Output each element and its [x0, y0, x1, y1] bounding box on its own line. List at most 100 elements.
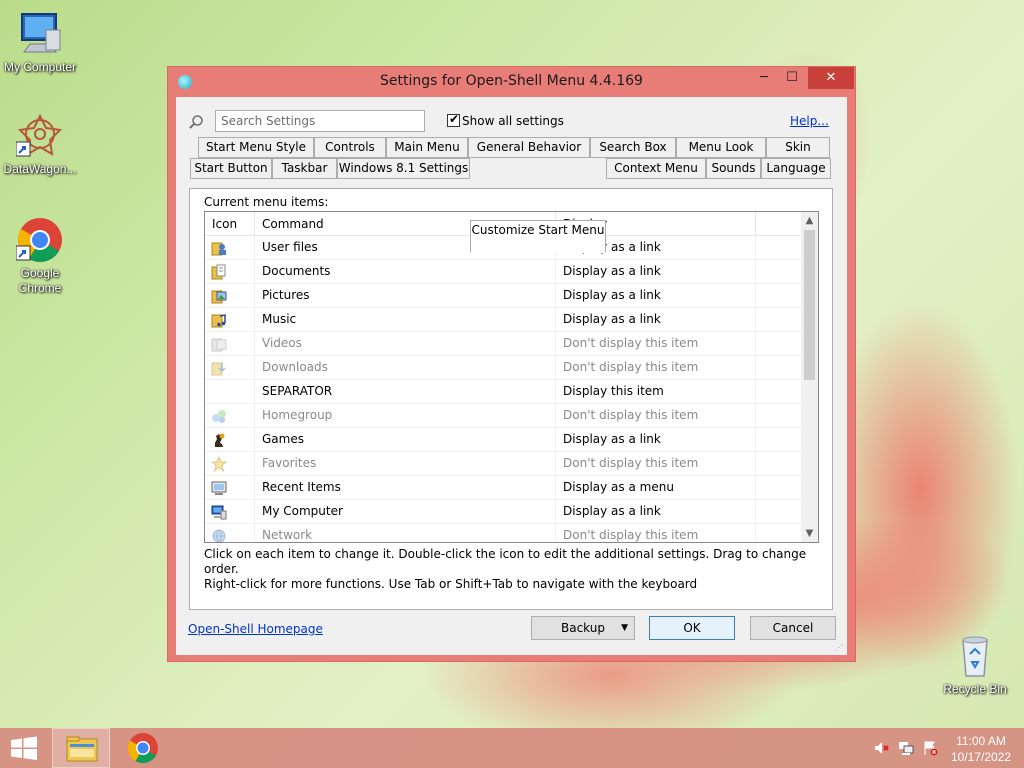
command-cell: Homegroup — [255, 404, 556, 428]
icon-cell[interactable] — [205, 452, 255, 476]
homegroup-icon — [212, 410, 226, 423]
chrome-icon — [127, 733, 158, 764]
instructions-text: Click on each item to change it. Double-… — [204, 547, 824, 592]
icon-cell[interactable] — [205, 260, 255, 284]
tab-start-menu-style[interactable]: Start Menu Style — [198, 137, 314, 158]
icon-cell[interactable] — [205, 476, 255, 500]
file-explorer-icon — [66, 736, 98, 762]
list-item[interactable]: Recent Items Display as a menu — [205, 476, 803, 500]
user-files-icon — [211, 242, 226, 256]
taskbar-clock[interactable]: 11:00 AM 10/17/2022 — [944, 733, 1018, 765]
icon-cell[interactable] — [205, 308, 255, 332]
tab-sounds[interactable]: Sounds — [706, 158, 761, 179]
icon-cell[interactable] — [205, 500, 255, 524]
minimize-button[interactable]: ─ — [750, 67, 778, 89]
tab-main-menu[interactable]: Main Menu — [386, 137, 468, 158]
icon-cell[interactable] — [205, 236, 255, 260]
datawagon-icon — [15, 112, 64, 160]
icon-cell[interactable] — [205, 404, 255, 428]
list-item[interactable]: Downloads Don't display this item — [205, 356, 803, 380]
display-cell: Display as a menu — [556, 476, 756, 500]
close-button[interactable]: ✕ — [808, 67, 854, 89]
maximize-button[interactable]: ☐ — [778, 67, 806, 89]
column-header-icon[interactable]: Icon — [205, 212, 255, 236]
icon-cell[interactable] — [205, 332, 255, 356]
display-cell: Don't display this item — [556, 524, 756, 542]
videos-icon — [211, 338, 227, 352]
show-all-settings-checkbox[interactable]: ✔ — [447, 112, 460, 127]
desktop-icon-google-chrome[interactable]: Google Chrome — [0, 216, 80, 296]
start-button[interactable] — [0, 728, 48, 768]
display-cell: Display as a link — [556, 500, 756, 524]
list-item[interactable]: SEPARATOR Display this item — [205, 380, 803, 404]
search-settings-input[interactable]: Search Settings — [215, 110, 425, 132]
command-cell: Games — [255, 428, 556, 452]
display-cell: Don't display this item — [556, 356, 756, 380]
tab-customize-start-menu[interactable]: Customize Start Menu — [470, 220, 606, 253]
show-all-settings-label[interactable]: Show all settings — [462, 114, 564, 128]
cancel-button[interactable]: Cancel — [750, 616, 836, 640]
command-cell: Downloads — [255, 356, 556, 380]
list-item[interactable]: Favorites Don't display this item — [205, 452, 803, 476]
tab-skin[interactable]: Skin — [766, 137, 830, 158]
tab-windows-81-settings[interactable]: Windows 8.1 Settings — [337, 158, 470, 179]
scrollbar-thumb[interactable] — [804, 230, 815, 380]
list-item[interactable]: Documents Display as a link — [205, 260, 803, 284]
desktop-icon-datawagon[interactable]: DataWagon... — [0, 112, 80, 177]
title-bar[interactable]: Settings for Open-Shell Menu 4.4.169 ─ ☐… — [168, 67, 855, 97]
command-cell: Favorites — [255, 452, 556, 476]
resize-grip-icon[interactable]: ⋰ — [835, 643, 845, 653]
scroll-down-arrow-icon[interactable]: ▼ — [801, 525, 818, 542]
tab-language[interactable]: Language — [761, 158, 831, 179]
list-item[interactable]: Music Display as a link — [205, 308, 803, 332]
list-item[interactable]: Games Display as a link — [205, 428, 803, 452]
tab-controls[interactable]: Controls — [314, 137, 386, 158]
display-cell: Display this item — [556, 380, 756, 404]
taskbar: 11:00 AM 10/17/2022 — [0, 728, 1024, 768]
display-cell: Don't display this item — [556, 452, 756, 476]
list-item[interactable]: Pictures Display as a link — [205, 284, 803, 308]
icon-cell[interactable] — [205, 284, 255, 308]
icon-cell[interactable] — [205, 380, 255, 404]
tab-context-menu[interactable]: Context Menu — [606, 158, 706, 179]
tab-general-behavior[interactable]: General Behavior — [468, 137, 590, 158]
tab-start-button[interactable]: Start Button — [190, 158, 272, 179]
tab-search-box[interactable]: Search Box — [590, 137, 676, 158]
menu-items-list[interactable]: Icon Command Display User files Display … — [204, 211, 819, 543]
backup-button[interactable]: Backup ▼ — [531, 616, 635, 640]
list-item[interactable]: Network Don't display this item — [205, 524, 803, 542]
tab-taskbar[interactable]: Taskbar — [272, 158, 337, 179]
icon-cell[interactable] — [205, 356, 255, 380]
list-scrollbar[interactable]: ▲ ▼ — [801, 212, 818, 542]
icon-cell[interactable] — [205, 428, 255, 452]
open-shell-homepage-link[interactable]: Open-Shell Homepage — [188, 622, 323, 636]
ok-button[interactable]: OK — [649, 616, 735, 640]
games-icon — [215, 433, 225, 447]
documents-icon — [211, 264, 226, 280]
display-cell: Display as a link — [556, 260, 756, 284]
scroll-up-arrow-icon[interactable]: ▲ — [801, 212, 818, 229]
settings-client-area: Search Settings ✔ Show all settings Help… — [176, 97, 847, 655]
list-item[interactable]: Videos Don't display this item — [205, 332, 803, 356]
list-item[interactable]: My Computer Display as a link — [205, 500, 803, 524]
desktop-icon-my-computer[interactable]: My Computer — [0, 10, 80, 75]
list-item[interactable]: Homegroup Don't display this item — [205, 404, 803, 428]
taskbar-chrome[interactable] — [114, 728, 172, 768]
action-center-flag-icon[interactable] — [922, 740, 938, 756]
command-cell: Pictures — [255, 284, 556, 308]
speaker-muted-icon[interactable] — [873, 740, 889, 756]
command-cell: Recent Items — [255, 476, 556, 500]
desktop-icon-label: Google Chrome — [18, 266, 62, 295]
favorites-icon — [211, 456, 227, 472]
tab-menu-look[interactable]: Menu Look — [676, 137, 766, 158]
pictures-icon — [211, 290, 227, 304]
taskbar-file-explorer[interactable] — [52, 728, 110, 768]
downloads-icon — [211, 362, 226, 376]
help-link[interactable]: Help... — [790, 114, 829, 128]
desktop-icon-recycle-bin[interactable]: Recycle Bin — [935, 632, 1015, 697]
chrome-icon — [15, 216, 64, 264]
icon-cell[interactable] — [205, 524, 255, 542]
checkmark-icon: ✔ — [449, 112, 460, 126]
recent-items-icon — [211, 481, 227, 495]
network-icon[interactable] — [898, 740, 914, 756]
